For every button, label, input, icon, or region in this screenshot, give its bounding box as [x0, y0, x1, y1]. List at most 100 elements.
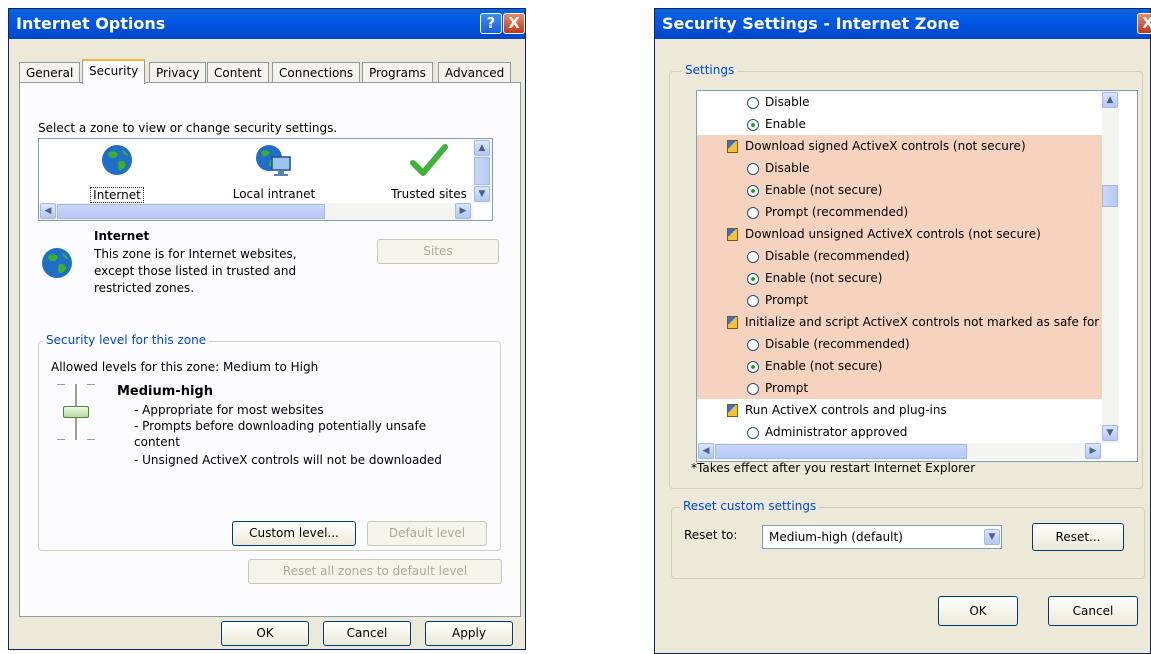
option-label: Disable [765, 95, 810, 109]
sites-button[interactable]: Sites [377, 239, 499, 264]
zone-trusted-sites[interactable]: Trusted sites [384, 143, 474, 201]
zone-label: Trusted sites [391, 187, 467, 201]
level-description: content [134, 435, 180, 449]
window-title: Security Settings - Internet Zone [662, 14, 960, 33]
radio-button[interactable] [747, 118, 759, 131]
radio-button[interactable] [747, 206, 759, 219]
cancel-button[interactable]: Cancel [323, 621, 411, 646]
setting-option[interactable]: Enable (not secure) [697, 179, 1102, 201]
tab-connections[interactable]: Connections [272, 62, 361, 83]
security-level-slider[interactable] [55, 384, 99, 440]
radio-button[interactable] [747, 272, 759, 285]
tab-content[interactable]: Content [207, 62, 269, 83]
zone-list: Internet Local intranet Trusted sites ▲ … [38, 138, 493, 221]
close-button[interactable]: X [1137, 13, 1151, 34]
level-description: - Prompts before downloading potentially… [134, 419, 427, 433]
tab-advanced[interactable]: Advanced [438, 62, 512, 83]
setting-option[interactable]: Prompt [697, 289, 1102, 311]
reset-button[interactable]: Reset... [1032, 523, 1124, 551]
tab-security[interactable]: Security [82, 59, 146, 84]
title-bar[interactable]: Security Settings - Internet Zone X [655, 9, 1151, 39]
radio-button[interactable] [747, 294, 759, 307]
radio-button[interactable] [747, 426, 759, 439]
setting-icon [727, 140, 738, 153]
scroll-thumb[interactable] [57, 204, 325, 219]
option-label: Prompt [765, 381, 809, 395]
settings-list-viewport: Disable Enable Download signed ActiveX c… [697, 91, 1102, 443]
cancel-button[interactable]: Cancel [1048, 596, 1138, 626]
setting-label: Run ActiveX controls and plug-ins [745, 403, 947, 417]
scroll-thumb[interactable] [1102, 185, 1118, 207]
option-label: Disable (recommended) [765, 249, 910, 263]
zone-internet[interactable]: Internet [77, 143, 157, 203]
settings-group: Settings Disable Enable Download signed … [669, 63, 1143, 489]
scroll-down-arrow-icon[interactable]: ▼ [1102, 425, 1118, 441]
zone-vertical-scrollbar[interactable]: ▲ ▼ [473, 139, 492, 203]
radio-button[interactable] [747, 338, 759, 351]
setting-option[interactable]: Administrator approved [697, 421, 1102, 443]
radio-button[interactable] [747, 162, 759, 175]
slider-thumb[interactable] [63, 406, 89, 418]
setting-option[interactable]: Enable (not secure) [697, 267, 1102, 289]
option-label: Disable (recommended) [765, 337, 910, 351]
scroll-up-arrow-icon[interactable]: ▲ [474, 140, 490, 156]
setting-icon [727, 316, 738, 329]
option-label: Enable (not secure) [765, 271, 883, 285]
scroll-thumb[interactable] [474, 157, 490, 185]
zone-description-line: This zone is for Internet websites, [94, 247, 297, 261]
setting-option[interactable]: Disable (recommended) [697, 245, 1102, 267]
group-title: Settings [682, 63, 738, 77]
option-label: Enable [765, 117, 806, 131]
setting-option[interactable]: Disable [697, 157, 1102, 179]
security-tab-panel: Select a zone to view or change security… [19, 82, 521, 617]
radio-button[interactable] [747, 96, 759, 109]
ok-button[interactable]: OK [221, 621, 309, 646]
title-bar[interactable]: Internet Options ? X [9, 9, 525, 39]
option-label: Disable [765, 161, 810, 175]
reset-to-select[interactable]: Medium-high (default) ▼ [762, 525, 1002, 549]
ok-button[interactable]: OK [938, 596, 1018, 626]
radio-button[interactable] [747, 250, 759, 263]
tab-label: Content [214, 66, 262, 80]
scroll-left-arrow-icon[interactable]: ◀ [40, 203, 56, 219]
radio-button[interactable] [747, 184, 759, 197]
zone-name: Internet [94, 229, 150, 243]
tab-general[interactable]: General [19, 62, 81, 83]
window-title: Internet Options [16, 14, 166, 33]
setting-header: Initialize and script ActiveX controls n… [697, 311, 1102, 333]
intranet-icon [256, 145, 291, 176]
slider-tick [87, 384, 95, 385]
close-button[interactable]: X [503, 13, 525, 34]
settings-horizontal-scrollbar[interactable]: ◀ ▶ [697, 443, 1102, 460]
scroll-left-arrow-icon[interactable]: ◀ [698, 443, 714, 459]
scroll-right-arrow-icon[interactable]: ▶ [455, 203, 471, 219]
setting-option[interactable]: Prompt (recommended) [697, 201, 1102, 223]
settings-vertical-scrollbar[interactable]: ▲ ▼ [1102, 91, 1119, 443]
help-button[interactable]: ? [480, 13, 502, 34]
setting-option[interactable]: Enable (not secure) [697, 355, 1102, 377]
zone-local-intranet[interactable]: Local intranet [219, 143, 329, 201]
chevron-down-icon[interactable]: ▼ [984, 529, 1000, 545]
setting-label: Download signed ActiveX controls (not se… [745, 139, 1026, 153]
checkmark-icon [410, 144, 448, 176]
radio-button[interactable] [747, 382, 759, 395]
default-level-button[interactable]: Default level [367, 521, 487, 546]
setting-option[interactable]: Prompt [697, 377, 1102, 399]
radio-button[interactable] [747, 360, 759, 373]
scroll-right-arrow-icon[interactable]: ▶ [1085, 443, 1101, 459]
apply-button[interactable]: Apply [425, 621, 513, 646]
scroll-thumb[interactable] [715, 444, 967, 459]
tab-programs[interactable]: Programs [362, 62, 433, 83]
tab-label: Programs [369, 66, 426, 80]
scroll-down-arrow-icon[interactable]: ▼ [474, 186, 490, 202]
custom-level-button[interactable]: Custom level... [232, 521, 356, 546]
scroll-up-arrow-icon[interactable]: ▲ [1102, 92, 1118, 108]
setting-option[interactable]: Disable (recommended) [697, 333, 1102, 355]
reset-all-zones-button[interactable]: Reset all zones to default level [248, 559, 502, 584]
setting-option[interactable]: Disable [697, 91, 1102, 113]
setting-icon [727, 404, 738, 417]
setting-label: Download unsigned ActiveX controls (not … [745, 227, 1041, 241]
tab-privacy[interactable]: Privacy [149, 62, 207, 83]
setting-option[interactable]: Enable [697, 113, 1102, 135]
zone-horizontal-scrollbar[interactable]: ◀ ▶ [39, 203, 473, 220]
